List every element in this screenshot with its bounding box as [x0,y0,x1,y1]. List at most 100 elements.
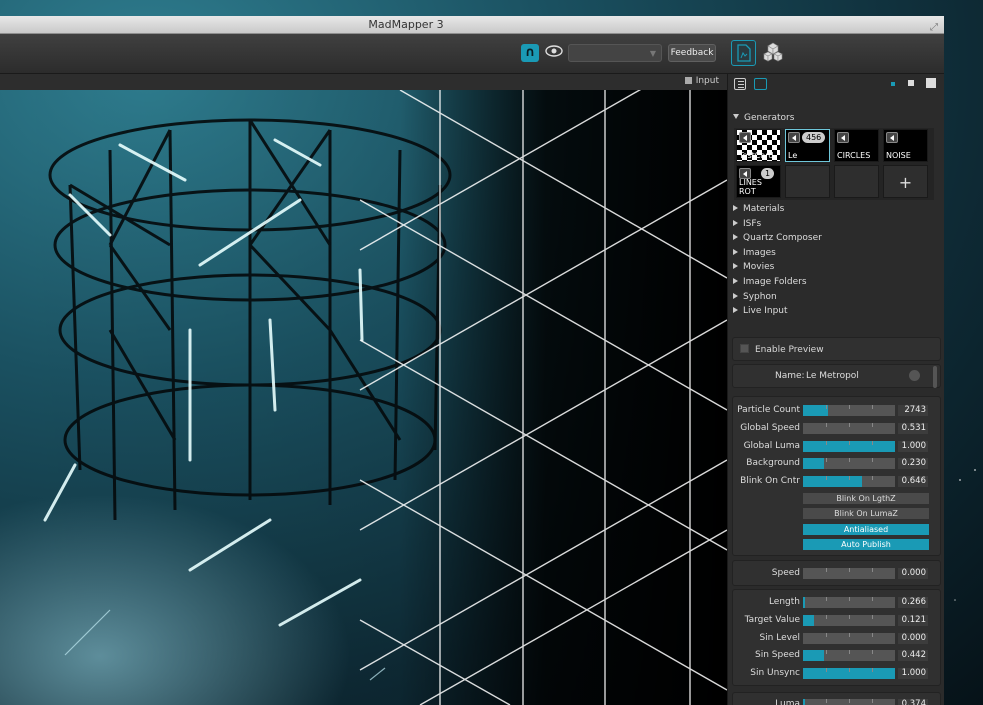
slider-tick [849,632,850,637]
param-row: Length 0.266 [733,596,942,610]
medium-thumb-size-icon[interactable] [908,80,914,86]
slider-tick [849,668,850,673]
folder-item[interactable]: Image Folders [733,277,822,292]
folder-item[interactable]: Syphon [733,292,822,307]
name-label: Name: [775,371,805,381]
param-label: Blink On Cntr [740,476,800,487]
enable-preview-box: Enable Preview [732,337,941,361]
param-label: Global Speed [740,422,800,433]
toggle-button[interactable]: Auto Publish [803,539,929,551]
param-value-field[interactable]: 1.000 [898,668,928,680]
slider-tick [872,614,873,619]
param-slider[interactable] [803,699,895,705]
param-label: Luma [775,699,800,705]
document-view-button[interactable] [731,40,756,66]
feedback-button[interactable]: Feedback [668,44,716,62]
param-slider[interactable] [803,568,895,579]
folder-item[interactable]: Images [733,248,822,263]
param-value-field[interactable]: 0.531 [898,422,928,434]
folder-item[interactable]: ISFs [733,219,822,234]
add-generator-button[interactable]: + [883,165,928,198]
input-toggle[interactable]: Input [684,76,719,86]
eye-icon[interactable] [544,44,564,62]
param-value-field[interactable]: 0.000 [898,632,928,644]
folder-item[interactable]: Quartz Composer [733,233,822,248]
generator-tile[interactable]: TestCard [736,129,781,162]
play-icon[interactable] [739,132,751,143]
generator-tile[interactable]: 456 Le [785,129,830,162]
slider-tick [826,405,827,409]
params-group-c: Length 0.266 Target Value 0.121 Sin Level 0.0… [732,589,941,686]
enable-preview-toggle[interactable]: Enable Preview [740,344,824,355]
param-row: Particle Count 2743 [733,404,942,418]
generator-tile[interactable]: CIRCLES [834,129,879,162]
panel-scrollbar[interactable] [933,366,937,388]
enable-preview-checkbox[interactable] [740,344,749,353]
params-group-d: Luma0.374Target Value1.000 [732,692,941,705]
eye-icon-glyph [545,45,563,57]
param-slider[interactable] [803,668,895,680]
slider-tick [826,668,827,673]
play-icon[interactable] [788,132,800,143]
input-label: Input [695,76,719,86]
param-value-field[interactable]: 0.266 [898,597,928,608]
params-group-a: Particle Count 2743 Global Speed 0.531 Globa… [732,396,941,556]
param-slider[interactable] [803,440,895,452]
generator-tile[interactable]: NOISE [883,129,928,162]
triangle-right-icon [733,205,738,211]
triangle-right-icon [733,292,738,299]
madmapper-mode-button[interactable]: ∩ [521,44,539,62]
slider-tick [849,614,850,619]
folder-item[interactable]: Materials [733,204,822,219]
param-value-field[interactable]: 0.000 [898,568,928,579]
param-value-field[interactable]: 0.442 [898,650,928,662]
generator-empty-slot[interactable] [834,165,879,198]
slider-tick [849,422,850,427]
triangle-right-icon [733,219,738,226]
param-row: Background 0.230 [733,457,942,471]
param-value-field[interactable]: 0.646 [898,476,928,488]
plus-icon: + [898,173,913,192]
param-row: Global Luma 1.000 [733,440,942,454]
toggle-button[interactable]: Blink On LgthZ [803,493,929,504]
param-value-field[interactable]: 0.121 [898,614,928,626]
slider-tick [826,440,827,445]
toggle-button[interactable]: Blink On LumaZ [803,508,929,520]
param-slider[interactable] [803,458,895,470]
list-view-icon[interactable] [734,78,746,90]
param-slider[interactable] [803,422,895,434]
param-slider[interactable] [803,597,895,608]
param-slider[interactable] [803,650,895,662]
param-slider-fill [803,650,825,662]
name-value[interactable]: Le Metropol [806,371,859,381]
large-thumb-size-icon[interactable] [926,78,936,88]
param-slider[interactable] [803,405,895,416]
slider-tick [826,458,827,463]
slider-tick [849,699,850,703]
toggle-button[interactable]: Antialiased [803,523,929,535]
param-slider[interactable] [803,614,895,626]
play-icon[interactable] [886,132,898,143]
library-view-button[interactable] [761,40,786,66]
thumbnail-view-icon[interactable] [754,78,767,90]
param-value-field[interactable]: 1.000 [898,440,928,452]
slider-tick [826,422,827,427]
param-value-field[interactable]: 0.374 [898,699,928,705]
folder-item[interactable]: Movies [733,262,822,277]
param-slider[interactable] [803,476,895,488]
folder-item[interactable]: Live Input [733,306,822,321]
generators-section-header[interactable]: Generators [733,113,794,123]
small-thumb-size-icon[interactable] [891,82,895,86]
folder-label: Live Input [743,306,788,317]
generator-empty-slot[interactable] [785,165,830,198]
generator-tile[interactable]: 1 LINES ROT [736,165,781,198]
generator-label: Le [788,151,798,160]
param-value-field[interactable]: 2743 [898,405,928,416]
param-slider[interactable] [803,632,895,644]
generator-label: LINES ROT [739,178,762,196]
output-select[interactable]: ▼ [568,44,662,62]
param-value-field[interactable]: 0.230 [898,458,928,470]
search-icon[interactable] [909,370,920,381]
cubes-icon [763,42,783,62]
play-icon[interactable] [837,132,849,143]
